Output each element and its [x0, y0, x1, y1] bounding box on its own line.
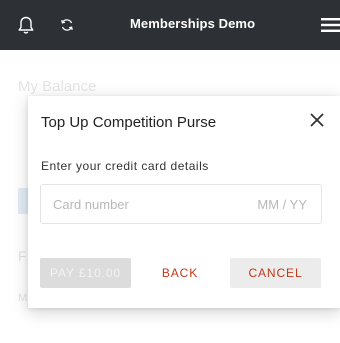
top-up-dialog: Top Up Competition Purse Enter your cred…: [28, 96, 340, 308]
card-details-label: Enter your credit card details: [41, 159, 209, 173]
pay-button[interactable]: PAY £10.00: [40, 258, 131, 288]
top-app-bar: Memberships Demo: [0, 0, 340, 50]
cancel-button[interactable]: CANCEL: [230, 258, 321, 288]
bell-icon[interactable]: [16, 15, 36, 35]
hamburger-menu-icon[interactable]: [321, 17, 340, 33]
dialog-title: Top Up Competition Purse: [41, 114, 217, 131]
expiry-input[interactable]: MM / YY: [257, 197, 307, 212]
refresh-icon[interactable]: [60, 18, 74, 32]
app-title: Memberships Demo: [130, 16, 256, 31]
back-button[interactable]: BACK: [135, 258, 225, 288]
close-icon[interactable]: [305, 108, 329, 132]
app-root: Memberships Demo My Balance F M Top Up C…: [0, 0, 340, 343]
card-input-field[interactable]: Card number MM / YY: [40, 184, 322, 224]
card-number-input[interactable]: Card number: [53, 197, 129, 212]
